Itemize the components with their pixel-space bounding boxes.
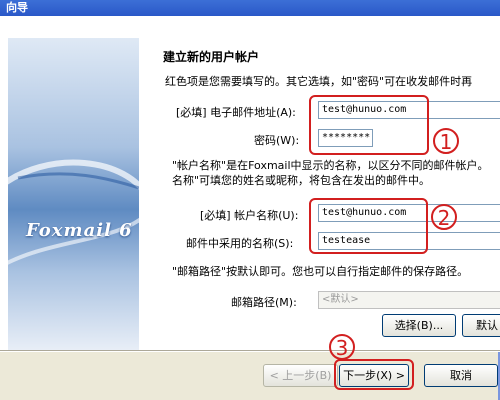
annotation-marker-1: 1 (433, 128, 459, 154)
footer-separator-highlight (0, 351, 500, 352)
annotation-box-1 (309, 95, 429, 155)
foxmail-logo: Foxmail 6 (26, 220, 133, 241)
default-path-button[interactable]: 默认 (462, 314, 500, 337)
annotation-box-2 (309, 198, 428, 254)
side-banner: Foxmail 6 (8, 38, 139, 350)
window-titlebar: 向导 (0, 0, 500, 16)
mailbox-path-label: 邮箱路径(M): (231, 296, 297, 309)
annotation-marker-2: 2 (431, 204, 457, 230)
account-name-label: [必填] 帐户名称(U): (200, 209, 299, 222)
intro-text: 红色项是您需要填写的。其它选填，如"密码"可在收发邮件时再 (165, 75, 473, 88)
mailbox-path-field[interactable]: <默认> (318, 291, 500, 309)
account-note-line2: 名称"可填您的姓名或昵称，将包含在发出的邮件中。 (172, 174, 431, 187)
page-title: 建立新的用户帐户 (163, 50, 260, 64)
path-note: "邮箱路径"按默认即可。您也可以自行指定邮件的保存路径。 (172, 265, 469, 278)
account-note-line1: "帐户名称"是在Foxmail中显示的名称，以区分不同的邮件帐户。 (172, 159, 489, 172)
window-title: 向导 (6, 1, 28, 14)
back-button[interactable]: < 上一步(B) (263, 364, 338, 387)
choose-path-button[interactable]: 选择(B)... (382, 314, 456, 337)
cancel-button[interactable]: 取消 (424, 364, 498, 387)
swirl-graphic (8, 159, 139, 265)
next-button[interactable]: 下一步(X) > (339, 364, 409, 387)
password-label: 密码(W): (254, 134, 300, 147)
email-label: [必填] 电子邮件地址(A): (176, 106, 296, 119)
display-name-label: 邮件中采用的名称(S): (186, 237, 294, 250)
annotation-marker-3: 3 (329, 334, 355, 360)
